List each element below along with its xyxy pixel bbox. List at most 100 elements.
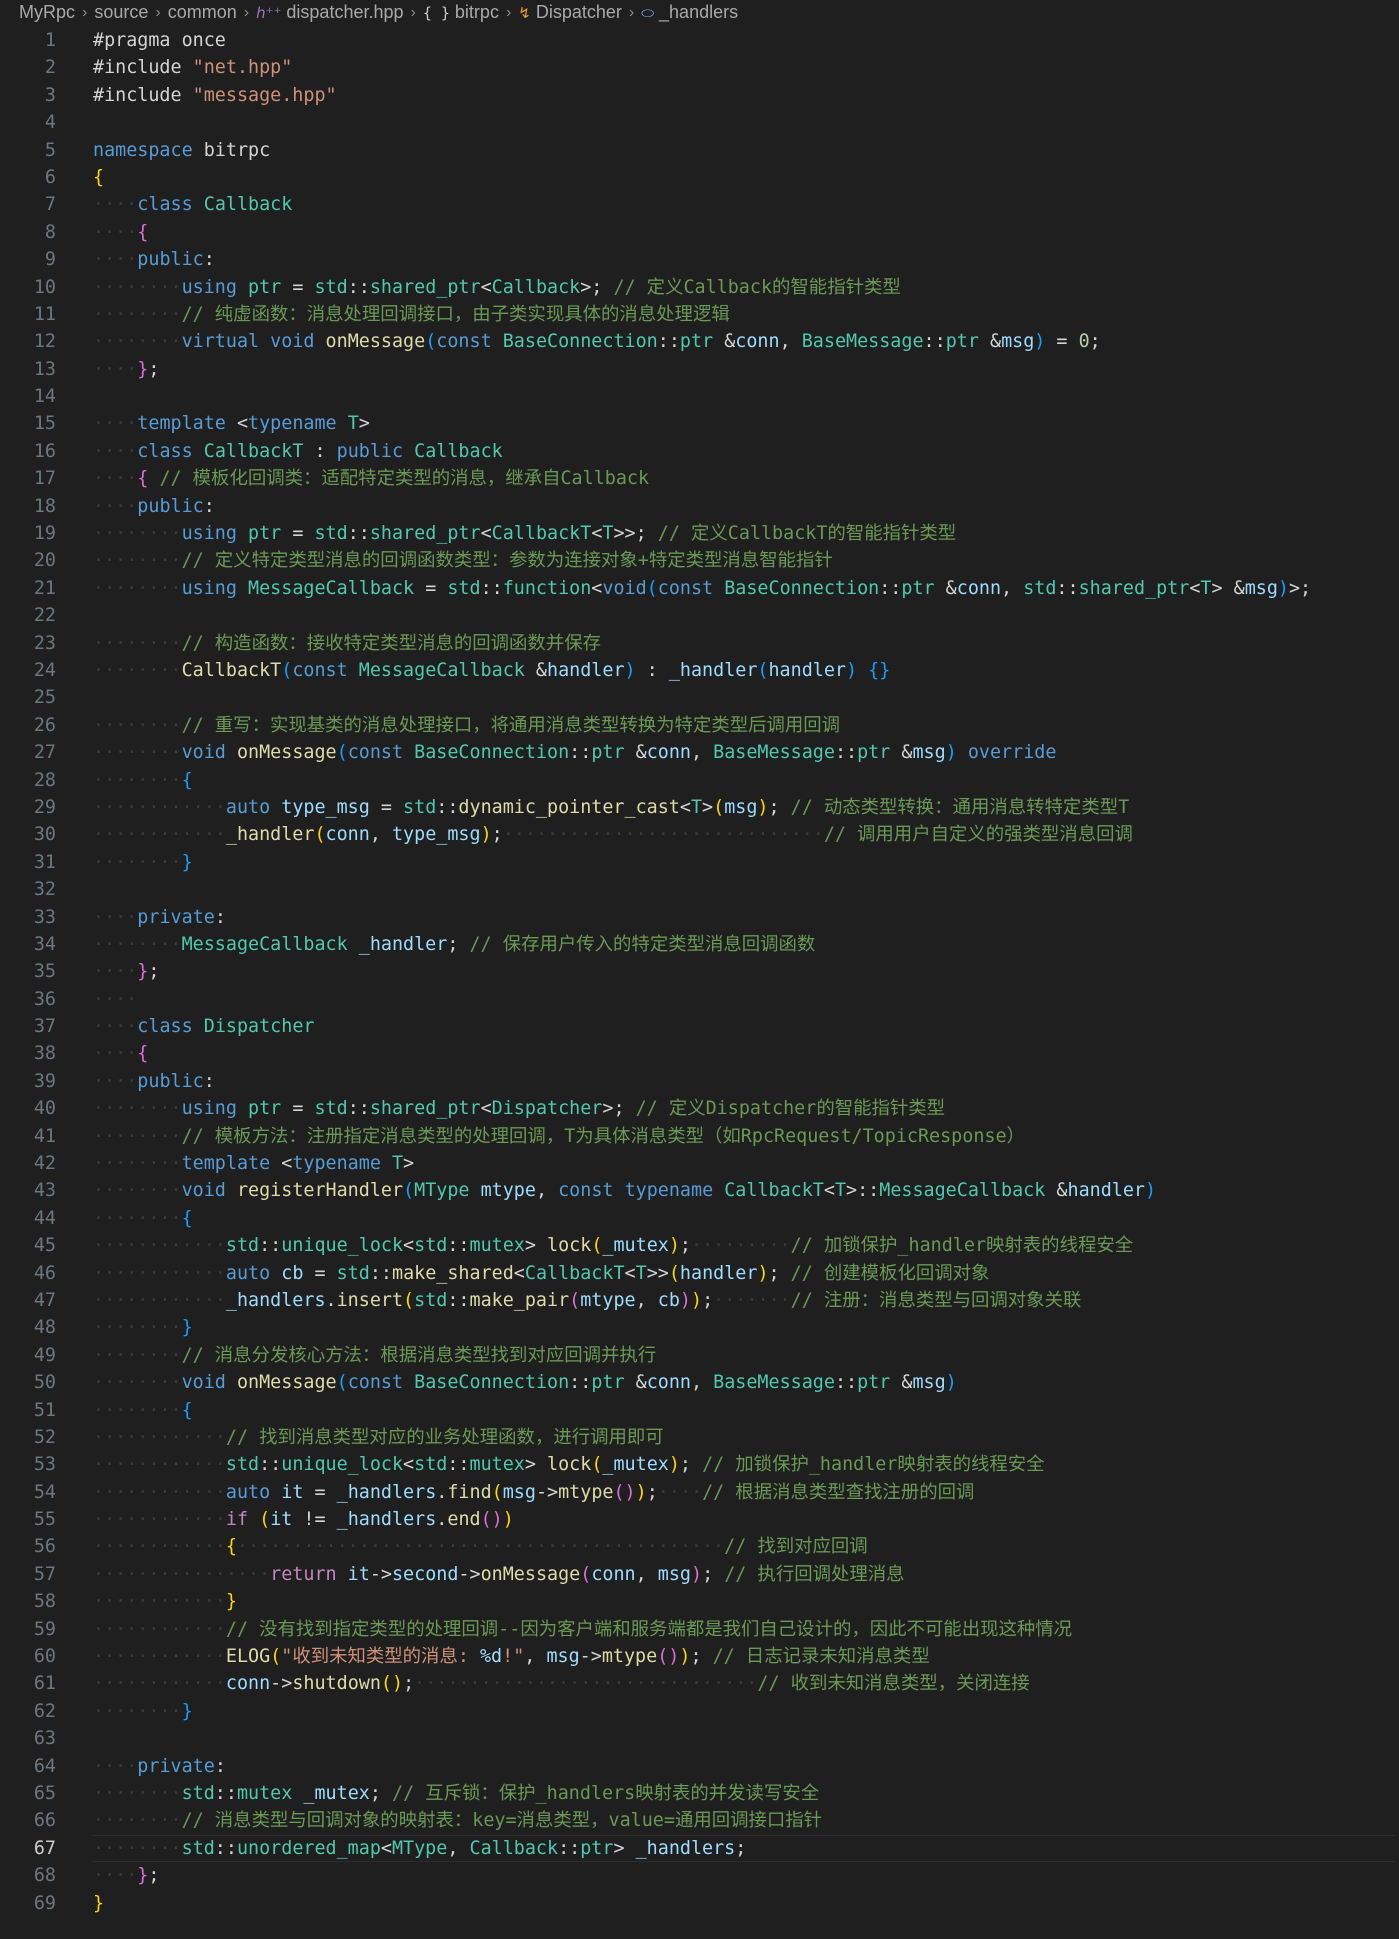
code-line[interactable]: 66 ········// 消息类型与回调对象的映射表：key=消息类型，valu… — [0, 1807, 1399, 1834]
code-token: ········ — [93, 1810, 182, 1832]
code-line[interactable]: 30 ············_handler(conn, type_msg);·… — [0, 821, 1399, 848]
code-line[interactable]: 36 ···· — [0, 986, 1399, 1013]
code-line[interactable]: 62 ········} — [0, 1698, 1399, 1725]
code-token: ········ — [93, 523, 182, 545]
code-line[interactable]: 27 ········void onMessage(const BaseConne… — [0, 739, 1399, 766]
breadcrumb-item[interactable]: ⬭ _handlers — [641, 2, 738, 23]
breadcrumb-item[interactable]: ↯ Dispatcher — [518, 2, 622, 23]
chevron-right-icon: › — [243, 3, 250, 21]
code-line[interactable]: 37 ····class Dispatcher — [0, 1013, 1399, 1040]
code-line[interactable]: 40 ········using ptr = std::shared_ptr<Di… — [0, 1095, 1399, 1122]
code-token: BaseMessage — [713, 1372, 835, 1394]
code-line[interactable]: 59 ············// 没有找到指定类型的处理回调--因为客户端和服务… — [0, 1616, 1399, 1643]
code-line[interactable]: 28 ········{ — [0, 767, 1399, 794]
code-line[interactable]: 56 ············{·························… — [0, 1533, 1399, 1560]
code-line[interactable]: 53 ············std::unique_lock<std::mute… — [0, 1451, 1399, 1478]
line-number: 4 — [44, 112, 56, 134]
code-line[interactable]: 65 ········std::mutex _mutex; // 互斥锁：保护_h… — [0, 1780, 1399, 1807]
code-line[interactable]: 47 ············_handlers.insert(std::make… — [0, 1287, 1399, 1314]
code-line[interactable]: 55 ············if (it != _handlers.end()) — [0, 1506, 1399, 1533]
code-token: , — [779, 331, 802, 353]
code-line[interactable]: 63 — [0, 1725, 1399, 1752]
code-line[interactable]: 50 ········void onMessage(const BaseConne… — [0, 1369, 1399, 1396]
code-token: ············ — [93, 1481, 226, 1503]
code-line[interactable]: 39 ····public: — [0, 1068, 1399, 1095]
code-line[interactable]: 14 — [0, 383, 1399, 410]
code-line[interactable]: 43 ········void registerHandler(MType mty… — [0, 1177, 1399, 1204]
code-line[interactable]: 41 ········// 模板方法：注册指定消息类型的处理回调，T为具体消息类型… — [0, 1123, 1399, 1150]
code-line[interactable]: 17 ····{ // 模板化回调类：适配特定类型的消息，继承自Callback — [0, 465, 1399, 492]
code-line[interactable]: 22 — [0, 602, 1399, 629]
code-line[interactable]: 19 ········using ptr = std::shared_ptr<Ca… — [0, 520, 1399, 547]
code-line[interactable]: 51 ········{ — [0, 1397, 1399, 1424]
code-line[interactable]: 13 ····}; — [0, 356, 1399, 383]
breadcrumb-item[interactable]: { } bitrpc — [423, 2, 499, 23]
code-line[interactable]: 10 ········using ptr = std::shared_ptr<Ca… — [0, 274, 1399, 301]
code-line[interactable]: 58 ············} — [0, 1588, 1399, 1615]
code-token: ········ — [93, 769, 182, 791]
code-line[interactable]: 31 ········} — [0, 849, 1399, 876]
line-number: 49 — [33, 1344, 56, 1366]
breadcrumb-item[interactable]: h⁺⁺ dispatcher.hpp — [256, 2, 403, 23]
code-token: & — [890, 1372, 913, 1394]
line-code: ········// 模板方法：注册指定消息类型的处理回调，T为具体消息类型（如… — [93, 1123, 1025, 1150]
code-line[interactable]: 21 ········using MessageCallback = std::f… — [0, 575, 1399, 602]
breadcrumb-item[interactable]: MyRpc — [19, 2, 75, 23]
code-token: ········ — [93, 1098, 182, 1120]
code-line[interactable]: 34 ········MessageCallback _handler; // 保… — [0, 931, 1399, 958]
code-line[interactable]: 38 ····{ — [0, 1040, 1399, 1067]
code-line[interactable]: 1 #pragma once — [0, 27, 1399, 54]
code-line[interactable]: 2 #include "net.hpp" — [0, 54, 1399, 81]
code-line[interactable]: 67 ········std::unordered_map<MType, Call… — [0, 1834, 1399, 1863]
code-token: , — [635, 1563, 658, 1585]
code-line[interactable]: 49 ········// 消息分发核心方法：根据消息类型找到对应回调并执行 — [0, 1342, 1399, 1369]
line-number: 55 — [33, 1509, 56, 1531]
code-line[interactable]: 54 ············auto it = _handlers.find(m… — [0, 1479, 1399, 1506]
code-line[interactable]: 35 ····}; — [0, 958, 1399, 985]
code-line[interactable]: 68 ····}; — [0, 1862, 1399, 1889]
code-line[interactable]: 6{ — [0, 164, 1399, 191]
code-line[interactable]: 48 ········} — [0, 1314, 1399, 1341]
code-line[interactable]: 16 ····class CallbackT : public Callback — [0, 438, 1399, 465]
code-line[interactable]: 69} — [0, 1890, 1399, 1917]
code-line[interactable]: 11 ········// 纯虚函数：消息处理回调接口，由子类实现具体的消息处理逻… — [0, 301, 1399, 328]
code-line[interactable]: 15 ····template <typename T> — [0, 410, 1399, 437]
code-line[interactable]: 60 ············ELOG("收到未知类型的消息: %d!", msg… — [0, 1643, 1399, 1670]
code-line[interactable]: 52 ············// 找到消息类型对应的业务处理函数，进行调用即可 — [0, 1424, 1399, 1451]
code-line[interactable]: 18 ····public: — [0, 493, 1399, 520]
code-token: < — [270, 1153, 293, 1175]
code-line[interactable]: 46 ············auto cb = std::make_shared… — [0, 1260, 1399, 1287]
code-line[interactable]: 12 ········virtual void onMessage(const B… — [0, 328, 1399, 355]
code-line[interactable]: 7 ····class Callback — [0, 191, 1399, 218]
code-line[interactable]: 23 ········// 构造函数：接收特定类型消息的回调函数并保存 — [0, 630, 1399, 657]
code-line[interactable]: 25 — [0, 684, 1399, 711]
code-line[interactable]: 8 ····{ — [0, 219, 1399, 246]
code-line[interactable]: 5 namespace bitrpc — [0, 137, 1399, 164]
breadcrumb-item[interactable]: common — [168, 2, 237, 23]
code-line[interactable]: 64 ····private: — [0, 1753, 1399, 1780]
code-token: private — [137, 906, 215, 928]
code-line[interactable]: 9 ····public: — [0, 246, 1399, 273]
code-line[interactable]: 45 ············std::unique_lock<std::mute… — [0, 1232, 1399, 1259]
code-line[interactable]: 42 ········template <typename T> — [0, 1150, 1399, 1177]
code-line[interactable]: 29 ············auto type_msg = std::dynam… — [0, 794, 1399, 821]
code-line[interactable]: 20 ········// 定义特定类型消息的回调函数类型：参数为连接对象+特定类… — [0, 547, 1399, 574]
code-line[interactable]: 24 ········CallbackT(const MessageCallbac… — [0, 657, 1399, 684]
code-line[interactable]: 3 #include "message.hpp" — [0, 82, 1399, 109]
breadcrumb-item[interactable]: source — [94, 2, 148, 23]
chevron-right-icon: › — [628, 3, 635, 21]
code-line[interactable]: 4 — [0, 109, 1399, 136]
code-token: unordered_map — [236, 1837, 381, 1859]
code-token: CallbackT — [203, 440, 304, 462]
code-token: ) — [691, 1289, 703, 1311]
code-line[interactable]: 26 ········// 重写：实现基类的消息处理接口，将通用消息类型转换为特定… — [0, 712, 1399, 739]
code-line[interactable]: 33 ····private: — [0, 904, 1399, 931]
code-line[interactable]: 57 ················return it->second->onM… — [0, 1561, 1399, 1588]
code-line[interactable]: 32 — [0, 876, 1399, 903]
code-editor[interactable]: 1 #pragma once 2 #include "net.hpp" 3 #includ… — [0, 27, 1399, 1917]
code-token: < — [513, 1262, 525, 1284]
code-line[interactable]: 61 ············conn->shutdown();·········… — [0, 1670, 1399, 1697]
code-line[interactable]: 44 ········{ — [0, 1205, 1399, 1232]
